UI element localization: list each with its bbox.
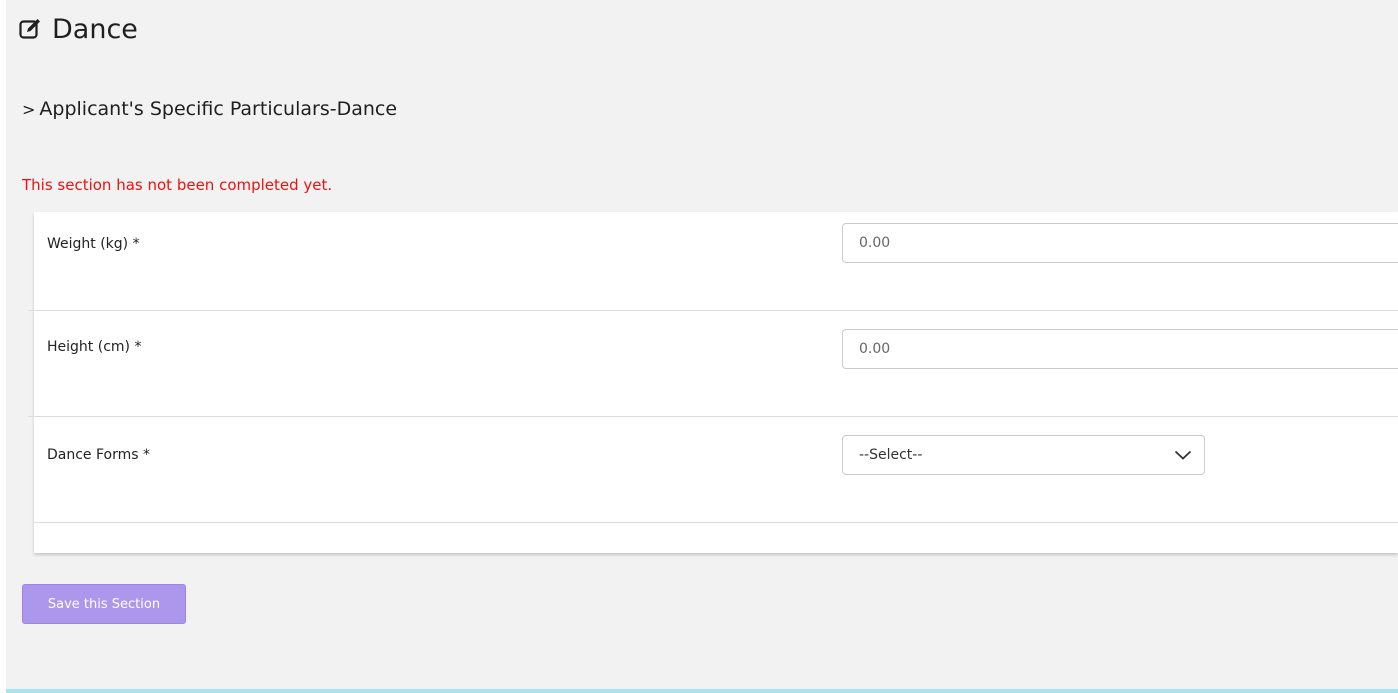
- chevron-right-icon: >: [22, 99, 36, 119]
- form-card: Weight (kg) * Height (cm) * Dance Forms …: [28, 212, 1398, 553]
- height-label: Height (cm) *: [47, 339, 142, 355]
- section-status-text: This section has not been completed yet.: [22, 176, 333, 194]
- save-section-button[interactable]: Save this Section: [22, 584, 186, 624]
- dance-forms-select[interactable]: --Select--: [842, 435, 1205, 475]
- edit-icon: [18, 17, 42, 41]
- height-input[interactable]: [842, 329, 1398, 369]
- weight-label: Weight (kg) *: [47, 236, 140, 252]
- dance-forms-label: Dance Forms *: [47, 447, 151, 463]
- page-title-text: Dance: [52, 13, 138, 45]
- form-row-dance-forms: Dance Forms * --Select--: [28, 416, 1398, 523]
- page-title: Dance: [18, 12, 138, 46]
- weight-input[interactable]: [842, 223, 1398, 263]
- form-row-weight: Weight (kg) *: [34, 212, 1398, 311]
- row-divider: [28, 310, 34, 311]
- dance-forms-selected-value: --Select--: [859, 447, 923, 463]
- row-divider: [28, 416, 34, 417]
- bottom-accent-line: [6, 689, 1398, 693]
- section-heading: > Applicant's Specific Particulars-Dance: [22, 98, 397, 120]
- section-heading-text: Applicant's Specific Particulars-Dance: [39, 98, 398, 120]
- chevron-down-icon: [1174, 450, 1192, 460]
- form-row-height: Height (cm) *: [28, 310, 1398, 417]
